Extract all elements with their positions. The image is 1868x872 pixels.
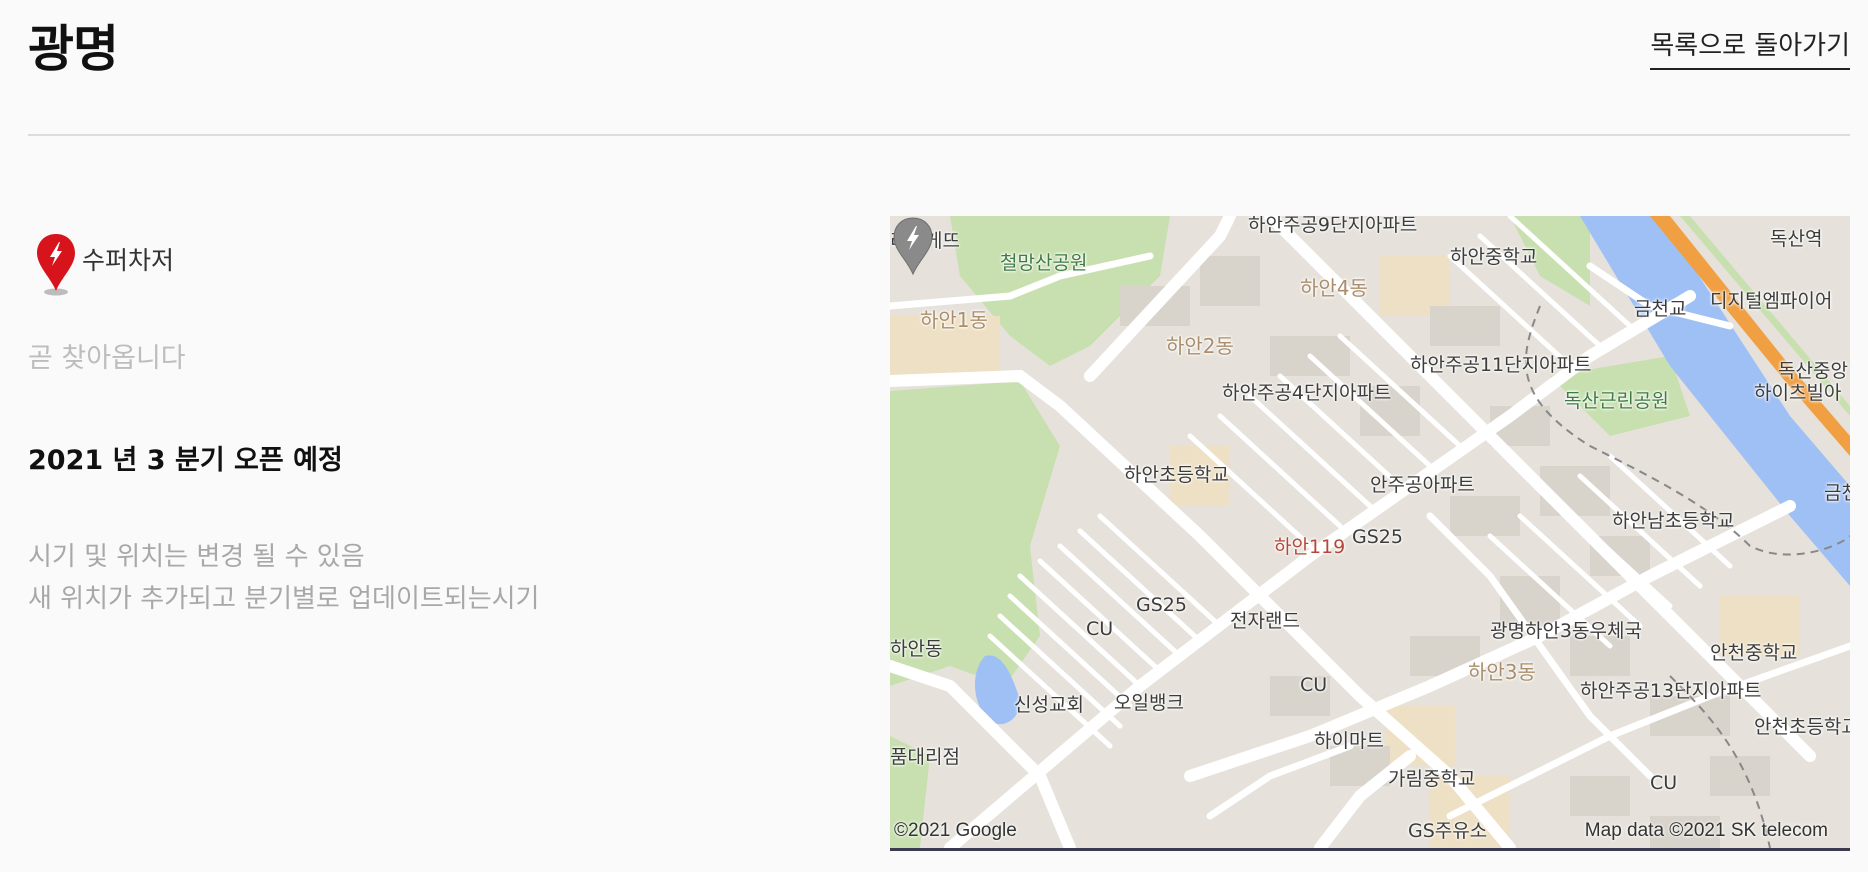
map-label: 하안119 [1274, 536, 1346, 558]
map-label: 철망산공원 [1000, 252, 1088, 274]
map-label: 하안주공11단지아파트 [1410, 354, 1592, 376]
header-divider [28, 134, 1850, 136]
map-label: 안주공아파트 [1370, 474, 1475, 496]
status-text: 곧 찾아옵니다 [28, 343, 186, 374]
map-label: GS주유소 [1408, 820, 1488, 842]
map-label: 신성교회 [1014, 694, 1084, 716]
notice-line: 시기 및 위치는 변경 될 수 있음 [28, 542, 365, 572]
charger-type-label: 수퍼차저 [82, 246, 175, 275]
map-label: 하안동 [890, 638, 943, 660]
map-marker-icon[interactable] [890, 216, 936, 278]
map-label: 품대리점 [890, 746, 960, 768]
map-label: 광명하안3동우체국 [1490, 620, 1642, 642]
map-label: 하안중학교 [1450, 246, 1538, 268]
notice: 시기 및 위치는 변경 될 수 있음 새 위치가 추가되고 분기별로 업데이트되… [28, 536, 539, 620]
map-label: GS25 [1352, 526, 1403, 548]
map-label: 안천초등학교 [1754, 716, 1850, 738]
map-label: 하안주공9단지아파트 [1248, 216, 1418, 236]
notice-line: 새 위치가 추가되고 분기별로 업데이트되는시기 [28, 584, 540, 614]
map-label: 오일뱅크 [1114, 692, 1184, 714]
map-copyright-google: ©2021 Google [894, 820, 1017, 841]
map-label: 하안1동 [920, 308, 988, 332]
map-label: 하안주공4단지아파트 [1222, 382, 1392, 404]
map-label: 독산역 [1770, 228, 1823, 250]
map-label: 하안남초등학교 [1612, 510, 1735, 532]
map-label: 하이마트 [1314, 730, 1384, 752]
map-label: 하이츠빌아 [1754, 382, 1842, 404]
open-schedule: 2021 년 3 분기 오픈 예정 [28, 445, 343, 476]
supercharger-pin-icon [37, 234, 75, 296]
map-label: GS25 [1136, 594, 1187, 616]
map-label: 하안초등학교 [1124, 464, 1229, 486]
map-label: 하안2동 [1166, 334, 1234, 358]
map-label: CU [1300, 674, 1328, 696]
map-label: CU [1650, 772, 1678, 794]
map-label: 가림중학교 [1388, 768, 1476, 790]
map-label: 하안3동 [1468, 660, 1536, 684]
map-label: 금천교 [1634, 298, 1687, 320]
map-label: 전자랜드 [1230, 610, 1300, 632]
map-label: 독산근린공원 [1564, 390, 1669, 412]
charger-type: 수퍼차저 [34, 232, 174, 298]
location-map[interactable]: 하안주공9단지아파트 리바게뜨 철망산공원 하안중학교 독산역 하안4동 하안1… [890, 216, 1850, 851]
back-to-list-link[interactable]: 목록으로 돌아가기 [1650, 26, 1850, 70]
map-label: 하안주공13단지아파트 [1580, 680, 1762, 702]
map-copyright-data: Map data ©2021 SK telecom [1584, 820, 1828, 841]
map-label: 하안4동 [1300, 276, 1368, 300]
map-label: 안천중학교 [1710, 642, 1798, 664]
map-label: 금천 [1824, 482, 1850, 504]
map-label: CU [1086, 618, 1114, 640]
page-title: 광명 [28, 20, 119, 78]
map-label: 디지털엠파이어 [1710, 290, 1833, 312]
